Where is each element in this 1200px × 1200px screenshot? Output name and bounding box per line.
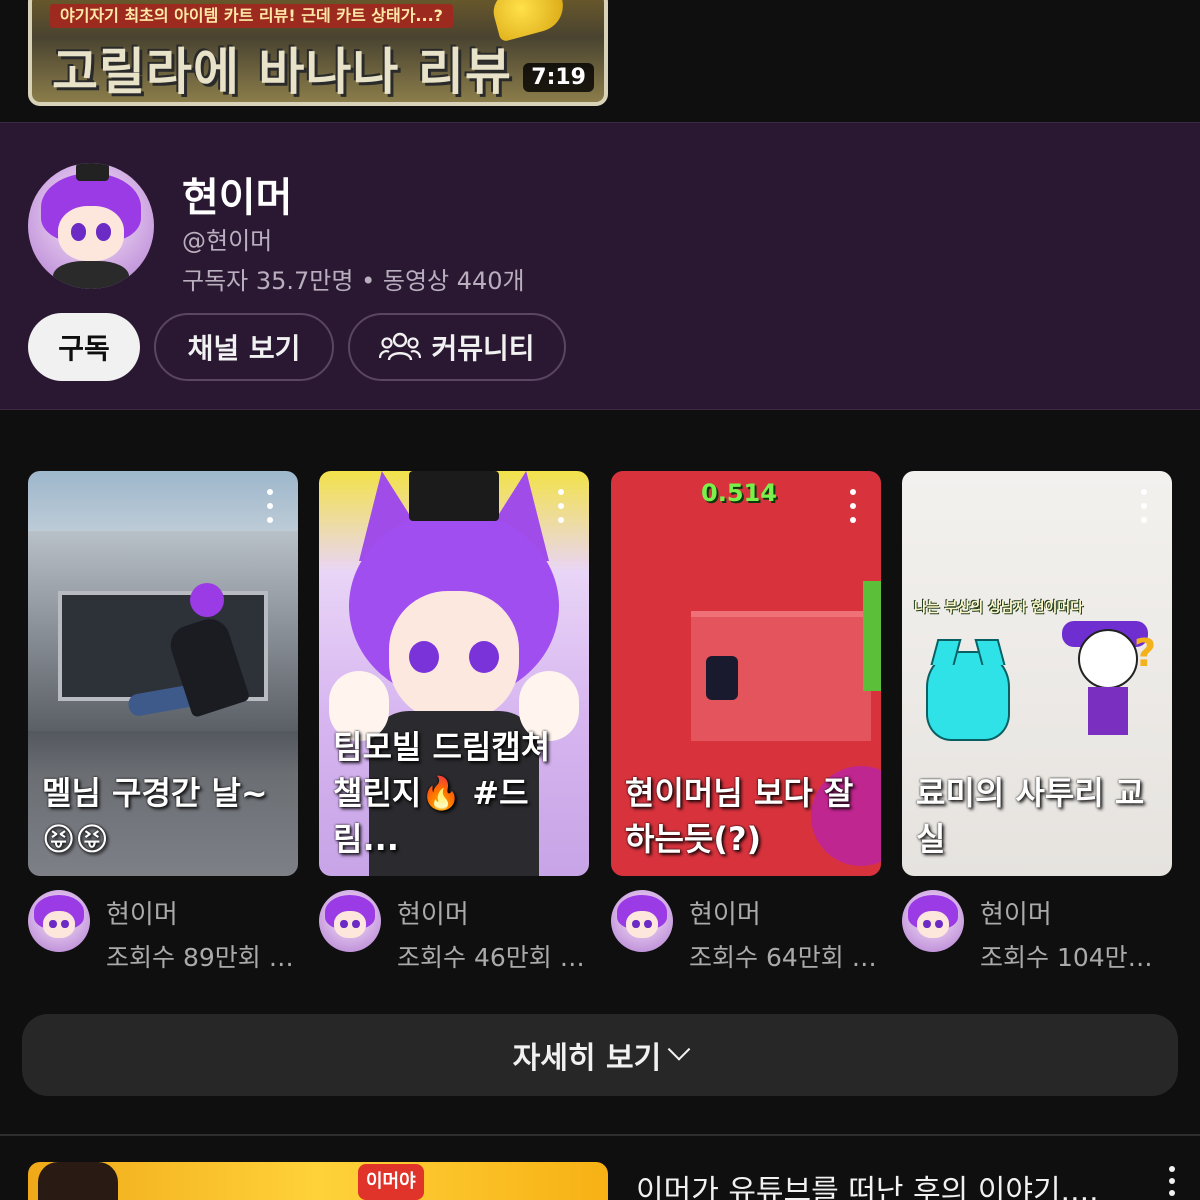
- community-label: 커뮤니티: [431, 332, 535, 365]
- short-meta: 현이머 조회수 46만회 · ...: [319, 888, 589, 978]
- short-caption: 멜님 구경간 날~😝😝: [42, 774, 268, 858]
- short-views: 조회수 64만회 · ...: [689, 943, 879, 972]
- next-video-title[interactable]: 이머가 유튜브를 떠난 후의 이야기....: [636, 1166, 1106, 1200]
- short-channel-name: 현이머: [980, 900, 1052, 930]
- short-card[interactable]: 나는 부산의 상남자 현이머다 ? 료미의 사투리 교실: [902, 471, 1172, 876]
- channel-name[interactable]: 현이머: [182, 165, 292, 223]
- short-channel-name: 현이머: [689, 900, 761, 930]
- avatar[interactable]: [319, 890, 381, 952]
- video-duration: 7:19: [523, 63, 594, 92]
- short-views: 조회수 104만회...: [980, 943, 1170, 972]
- short-meta: 현이머 조회수 104만회...: [902, 888, 1172, 978]
- short-caption: 팀모빌 드림캡쳐 챌린지🔥 #드림...: [333, 728, 551, 858]
- thumbnail-headline: 고릴라에 바나나 리뷰: [52, 43, 512, 101]
- short-overlay-text: 나는 부산의 상남자 현이머다: [914, 600, 1084, 616]
- community-button[interactable]: 커뮤니티: [348, 313, 566, 381]
- view-channel-label: 채널 보기: [187, 332, 301, 365]
- thumbnail-tag: 이머야: [358, 1164, 424, 1200]
- avatar[interactable]: [902, 890, 964, 952]
- subscribe-button[interactable]: 구독: [28, 313, 140, 381]
- channel-card: 현이머 @현이머 구독자 35.7만명 • 동영상 440개 구독 채널 보기 …: [0, 122, 1200, 410]
- short-views: 조회수 46만회 · ...: [397, 943, 587, 972]
- short-channel-name: 현이머: [397, 900, 469, 930]
- top-video-thumbnail[interactable]: 야기자기 최초의 아이템 카트 리뷰! 근데 카트 상태가...? 고릴라에 바…: [28, 0, 608, 106]
- more-options-icon[interactable]: [260, 489, 280, 523]
- show-more-button[interactable]: 자세히 보기: [22, 1014, 1178, 1096]
- avatar[interactable]: [611, 890, 673, 952]
- game-score: 0.514: [701, 479, 777, 507]
- short-channel-name: 현이머: [106, 900, 178, 930]
- people-icon: [379, 332, 422, 361]
- short-views: 조회수 89만회 · ...: [106, 943, 296, 972]
- avatar[interactable]: [28, 890, 90, 952]
- short-card[interactable]: 팀모빌 드림캡쳐 챌린지🔥 #드림...: [319, 471, 589, 876]
- section-divider: [0, 1134, 1200, 1136]
- chevron-down-icon: [667, 1038, 691, 1061]
- view-channel-button[interactable]: 채널 보기: [154, 313, 334, 381]
- short-caption: 현이머님 보다 잘하는듯(?): [625, 774, 854, 858]
- thumbnail-banner: 야기자기 최초의 아이템 카트 리뷰! 근데 카트 상태가...?: [50, 4, 453, 28]
- next-video-thumbnail[interactable]: 이머야: [28, 1162, 608, 1200]
- subscribe-label: 구독: [58, 332, 110, 365]
- show-more-label: 자세히 보기: [512, 1041, 662, 1076]
- more-options-icon[interactable]: [1166, 1166, 1178, 1196]
- short-caption: 료미의 사투리 교실: [916, 774, 1145, 858]
- short-card[interactable]: 멜님 구경간 날~😝😝: [28, 471, 298, 876]
- channel-handle: @현이머: [182, 227, 273, 255]
- more-options-icon[interactable]: [1134, 489, 1154, 523]
- channel-avatar[interactable]: [28, 163, 154, 289]
- more-options-icon[interactable]: [551, 489, 571, 523]
- short-meta: 현이머 조회수 64만회 · ...: [611, 888, 881, 978]
- more-options-icon[interactable]: [843, 489, 863, 523]
- short-meta: 현이머 조회수 89만회 · ...: [28, 888, 298, 978]
- channel-stats: 구독자 35.7만명 • 동영상 440개: [182, 267, 525, 295]
- short-card[interactable]: 0.514 현이머님 보다 잘하는듯(?): [611, 471, 881, 876]
